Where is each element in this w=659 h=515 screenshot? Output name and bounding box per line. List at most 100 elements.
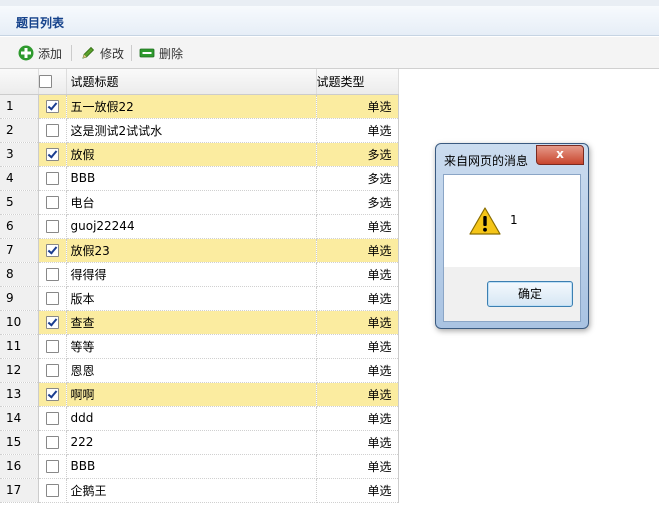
row-checkbox[interactable] xyxy=(45,124,59,137)
ok-button[interactable]: 确定 xyxy=(487,281,573,307)
row-checkbox[interactable] xyxy=(45,220,59,233)
dialog-message-area: 1 xyxy=(444,175,580,267)
row-checkbox-cell[interactable] xyxy=(38,358,67,383)
table-row[interactable]: 10 查查 单选 xyxy=(0,310,399,335)
question-title: ddd xyxy=(66,406,317,431)
row-checkbox-cell[interactable] xyxy=(38,334,67,359)
question-title: 这是测试2试试水 xyxy=(66,118,317,143)
delete-button[interactable]: 删除 xyxy=(139,44,183,62)
row-checkbox-cell[interactable] xyxy=(38,118,67,143)
question-type: 单选 xyxy=(316,382,399,407)
row-checkbox[interactable] xyxy=(45,364,59,377)
row-number: 10 xyxy=(0,310,39,335)
question-type: 单选 xyxy=(316,94,399,119)
row-checkbox[interactable] xyxy=(45,316,59,329)
toolbar-separator xyxy=(131,45,132,61)
question-type: 多选 xyxy=(316,190,399,215)
table-row[interactable]: 16 BBB 单选 xyxy=(0,454,399,479)
table-row[interactable]: 12 恩恩 单选 xyxy=(0,358,399,383)
row-checkbox-cell[interactable] xyxy=(38,142,67,167)
column-header-type[interactable]: 试题类型 xyxy=(316,69,399,95)
table-row[interactable]: 11 等等 单选 xyxy=(0,334,399,359)
question-type: 单选 xyxy=(316,334,399,359)
row-checkbox-cell[interactable] xyxy=(38,478,67,503)
row-checkbox-cell[interactable] xyxy=(38,454,67,479)
question-type: 单选 xyxy=(316,454,399,479)
row-checkbox[interactable] xyxy=(45,460,59,473)
table-row[interactable]: 15 222 单选 xyxy=(0,430,399,455)
table-row[interactable]: 5 电台 多选 xyxy=(0,190,399,215)
dialog-title: 来自网页的消息 xyxy=(444,154,529,168)
table-row[interactable]: 17 企鹅王 单选 xyxy=(0,478,399,503)
add-button[interactable]: 添加 xyxy=(18,44,62,62)
row-checkbox[interactable] xyxy=(45,268,59,281)
row-checkbox[interactable] xyxy=(45,148,59,161)
row-checkbox-cell[interactable] xyxy=(38,406,67,431)
row-checkbox[interactable] xyxy=(45,340,59,353)
table-row[interactable]: 3 放假 多选 xyxy=(0,142,399,167)
row-checkbox-cell[interactable] xyxy=(38,430,67,455)
table-row[interactable]: 14 ddd 单选 xyxy=(0,406,399,431)
table-row[interactable]: 1 五一放假22 单选 xyxy=(0,94,399,119)
row-checkbox[interactable] xyxy=(45,412,59,425)
row-checkbox-cell[interactable] xyxy=(38,94,67,119)
question-title: 啊啊 xyxy=(66,382,317,407)
row-checkbox[interactable] xyxy=(45,436,59,449)
question-type: 单选 xyxy=(316,310,399,335)
table-row[interactable]: 2 这是测试2试试水 单选 xyxy=(0,118,399,143)
panel-header: 题目列表 xyxy=(0,6,659,36)
table-row[interactable]: 13 啊啊 单选 xyxy=(0,382,399,407)
question-type: 单选 xyxy=(316,262,399,287)
question-type: 单选 xyxy=(316,286,399,311)
question-type: 多选 xyxy=(316,142,399,167)
row-checkbox-cell[interactable] xyxy=(38,262,67,287)
row-number: 8 xyxy=(0,262,39,287)
row-number: 16 xyxy=(0,454,39,479)
question-title: 222 xyxy=(66,430,317,455)
row-number: 11 xyxy=(0,334,39,359)
close-icon: x xyxy=(556,147,564,161)
row-checkbox[interactable] xyxy=(45,484,59,497)
row-number: 14 xyxy=(0,406,39,431)
table-row[interactable]: 6 guoj22244 单选 xyxy=(0,214,399,239)
row-number-header xyxy=(0,69,39,95)
delete-button-label: 删除 xyxy=(159,46,184,61)
row-checkbox-cell[interactable] xyxy=(38,286,67,311)
select-all-header[interactable] xyxy=(38,69,67,95)
select-all-checkbox[interactable] xyxy=(38,75,52,89)
row-number: 2 xyxy=(0,118,39,143)
toolbar-separator xyxy=(71,45,72,61)
row-checkbox-cell[interactable] xyxy=(38,190,67,215)
row-checkbox-cell[interactable] xyxy=(38,214,67,239)
row-checkbox[interactable] xyxy=(45,388,59,401)
table-row[interactable]: 7 放假23 单选 xyxy=(0,238,399,263)
question-title: 恩恩 xyxy=(66,358,317,383)
question-type: 多选 xyxy=(316,166,399,191)
row-checkbox[interactable] xyxy=(45,292,59,305)
row-checkbox-cell[interactable] xyxy=(38,310,67,335)
column-header-title[interactable]: 试题标题 xyxy=(66,69,317,95)
question-type: 单选 xyxy=(316,214,399,239)
dialog-close-button[interactable]: x xyxy=(536,145,584,165)
table-row[interactable]: 4 BBB 多选 xyxy=(0,166,399,191)
row-checkbox[interactable] xyxy=(45,100,59,113)
question-type: 单选 xyxy=(316,478,399,503)
edit-button[interactable]: 修改 xyxy=(80,44,124,62)
table-header-row: 试题标题 试题类型 xyxy=(0,69,399,95)
row-checkbox[interactable] xyxy=(45,196,59,209)
row-checkbox-cell[interactable] xyxy=(38,166,67,191)
row-number: 9 xyxy=(0,286,39,311)
row-number: 7 xyxy=(0,238,39,263)
edit-button-label: 修改 xyxy=(100,46,125,61)
question-title: 放假23 xyxy=(66,238,317,263)
dialog-message: 1 xyxy=(510,213,518,227)
table-row[interactable]: 8 得得得 单选 xyxy=(0,262,399,287)
question-title: BBB xyxy=(66,166,317,191)
row-checkbox-cell[interactable] xyxy=(38,238,67,263)
table-row[interactable]: 9 版本 单选 xyxy=(0,286,399,311)
row-checkbox[interactable] xyxy=(45,172,59,185)
row-number: 3 xyxy=(0,142,39,167)
row-checkbox-cell[interactable] xyxy=(38,382,67,407)
row-checkbox[interactable] xyxy=(45,244,59,257)
row-number: 5 xyxy=(0,190,39,215)
